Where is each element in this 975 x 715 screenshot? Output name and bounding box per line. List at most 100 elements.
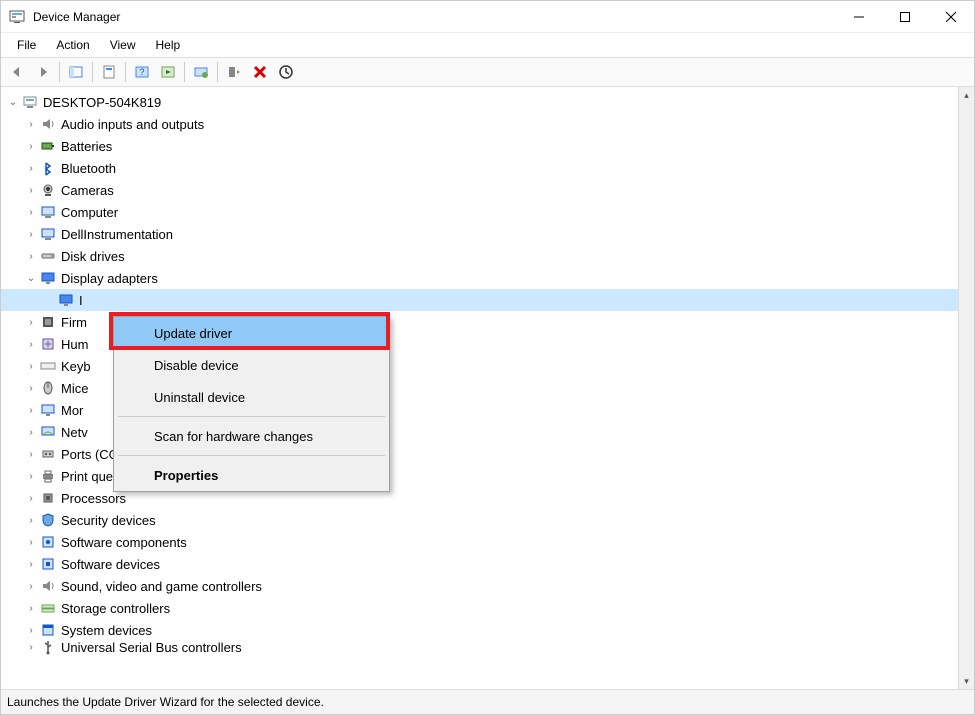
toolbar-separator [59, 62, 60, 82]
pc-icon [21, 94, 39, 110]
help-button[interactable]: ? [130, 60, 154, 84]
expander-icon[interactable]: › [23, 642, 39, 653]
uninstall-button[interactable] [222, 60, 246, 84]
tree-category-5[interactable]: › DellInstrumentation [1, 223, 958, 245]
expander-icon[interactable]: › [23, 515, 39, 526]
expander-icon[interactable]: › [23, 163, 39, 174]
expander-icon[interactable]: › [23, 471, 39, 482]
tree-node-label: Disk drives [61, 249, 125, 264]
tree-node-label: Netv [61, 425, 88, 440]
bluetooth-icon [39, 160, 57, 176]
tree-category-22[interactable]: ›System devices [1, 619, 958, 641]
expander-icon[interactable]: › [23, 581, 39, 592]
expander-icon[interactable]: › [23, 141, 39, 152]
tree-category-19[interactable]: › Software devices [1, 553, 958, 575]
minimize-button[interactable] [836, 1, 882, 33]
status-text: Launches the Update Driver Wizard for th… [7, 695, 324, 709]
titlebar: Device Manager [1, 1, 974, 33]
statusbar: Launches the Update Driver Wizard for th… [1, 690, 974, 714]
ports-icon [39, 446, 57, 462]
network-icon [39, 424, 57, 440]
vertical-scrollbar[interactable]: ▴ ▾ [958, 87, 974, 689]
expander-icon[interactable]: ⌄ [23, 273, 39, 284]
keyboard-icon [39, 358, 57, 374]
tree-category-3[interactable]: ›Cameras [1, 179, 958, 201]
audio-icon [39, 578, 57, 594]
context-menu-item-update-driver[interactable]: Update driver [114, 317, 389, 349]
menu-action[interactable]: Action [48, 36, 97, 54]
menu-file[interactable]: File [9, 36, 44, 54]
tree-node-label: DellInstrumentation [61, 227, 173, 242]
menu-help[interactable]: Help [148, 36, 189, 54]
context-menu-item-uninstall-device[interactable]: Uninstall device [114, 381, 389, 413]
context-menu-item-properties[interactable]: Properties [114, 459, 389, 491]
cpu-icon [39, 490, 57, 506]
tree-category-1[interactable]: › Batteries [1, 135, 958, 157]
expander-icon[interactable]: ⌄ [5, 97, 21, 108]
context-menu-item-disable-device[interactable]: Disable device [114, 349, 389, 381]
expander-icon[interactable]: › [23, 339, 39, 350]
tree-category-21[interactable]: ›Storage controllers [1, 597, 958, 619]
expander-icon[interactable]: › [23, 317, 39, 328]
scroll-up-button[interactable]: ▴ [959, 87, 974, 103]
tree-category-0[interactable]: › Audio inputs and outputs [1, 113, 958, 135]
properties-button[interactable] [97, 60, 121, 84]
menu-view[interactable]: View [102, 36, 144, 54]
expander-icon[interactable]: › [23, 119, 39, 130]
expander-icon[interactable]: › [23, 207, 39, 218]
tree-device-display-child[interactable]: I [1, 289, 958, 311]
expander-icon[interactable]: › [23, 185, 39, 196]
tree-category-6[interactable]: › Disk drives [1, 245, 958, 267]
action-button[interactable] [156, 60, 180, 84]
tree-category-18[interactable]: › Software components [1, 531, 958, 553]
tree-node-label: Security devices [61, 513, 156, 528]
expander-icon[interactable]: › [23, 493, 39, 504]
back-button[interactable] [5, 60, 29, 84]
expander-icon[interactable]: › [23, 361, 39, 372]
expander-icon[interactable]: › [23, 537, 39, 548]
toolbar-separator [217, 62, 218, 82]
tree-node-label: Software devices [61, 557, 160, 572]
expander-icon[interactable]: › [23, 229, 39, 240]
expander-icon[interactable]: › [23, 625, 39, 636]
toolbar: ? [1, 57, 974, 87]
context-menu-item-scan-for-hardware-changes[interactable]: Scan for hardware changes [114, 420, 389, 452]
scan-hardware-button[interactable] [274, 60, 298, 84]
tree-category-7[interactable]: ⌄ Display adapters [1, 267, 958, 289]
tree-node-label: Audio inputs and outputs [61, 117, 204, 132]
close-button[interactable] [928, 1, 974, 33]
display-icon [39, 270, 57, 286]
expander-icon[interactable]: › [23, 559, 39, 570]
tree-node-label: Batteries [61, 139, 112, 154]
tree-category-4[interactable]: › Computer [1, 201, 958, 223]
computer-icon [39, 204, 57, 220]
tree-node-label: Mor [61, 403, 83, 418]
expander-icon[interactable]: › [23, 251, 39, 262]
expander-icon[interactable]: › [23, 603, 39, 614]
tree-node-label: Computer [61, 205, 118, 220]
disable-button[interactable] [248, 60, 272, 84]
tree-category-17[interactable]: › Security devices [1, 509, 958, 531]
expander-icon[interactable]: › [23, 427, 39, 438]
tree-category-2[interactable]: ›Bluetooth [1, 157, 958, 179]
toolbar-separator [125, 62, 126, 82]
update-driver-button[interactable] [189, 60, 213, 84]
tree-category-20[interactable]: ›Sound, video and game controllers [1, 575, 958, 597]
show-hide-tree-button[interactable] [64, 60, 88, 84]
expander-icon[interactable]: › [23, 405, 39, 416]
scroll-down-button[interactable]: ▾ [959, 673, 974, 689]
camera-icon [39, 182, 57, 198]
tree-node-label: Display adapters [61, 271, 158, 286]
sw-dev-icon [39, 556, 57, 572]
expander-icon[interactable]: › [23, 383, 39, 394]
audio-icon [39, 116, 57, 132]
tree-root[interactable]: ⌄DESKTOP-504K819 [1, 91, 958, 113]
tree-category-23[interactable]: ›Universal Serial Bus controllers [1, 641, 958, 653]
window-controls [836, 1, 974, 33]
expander-icon[interactable]: › [23, 449, 39, 460]
hid-icon [39, 336, 57, 352]
context-menu: Update driverDisable deviceUninstall dev… [113, 316, 390, 492]
tree-node-label: Software components [61, 535, 187, 550]
maximize-button[interactable] [882, 1, 928, 33]
forward-button[interactable] [31, 60, 55, 84]
